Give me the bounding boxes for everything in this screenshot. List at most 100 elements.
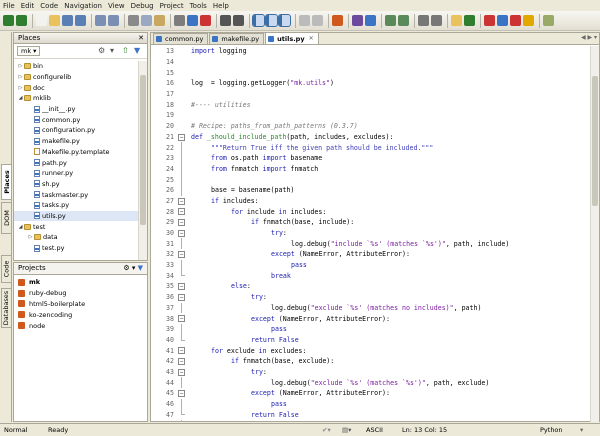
code-view[interactable]: 13 import logging 14 15 16 log = logging.getL… xyxy=(151,46,591,422)
project-item[interactable]: mk xyxy=(14,277,147,288)
fold-toggle-icon[interactable]: − xyxy=(176,345,188,356)
new-file-icon[interactable] xyxy=(36,15,47,26)
redo-icon[interactable] xyxy=(108,15,119,26)
js-icon[interactable] xyxy=(523,15,534,26)
editor-scroll-thumb[interactable] xyxy=(592,76,598,206)
menu-code[interactable]: Code xyxy=(40,2,58,10)
fold-toggle-icon[interactable]: − xyxy=(176,367,188,378)
tree-file[interactable]: runner.py xyxy=(14,168,138,179)
collapse-icon[interactable]: ◢ xyxy=(17,95,24,101)
menu-project[interactable]: Project xyxy=(160,2,184,10)
tile-icon[interactable] xyxy=(543,15,554,26)
forward-arrow-icon[interactable] xyxy=(16,15,27,26)
menu-edit[interactable]: Edit xyxy=(21,2,35,10)
toolbox-icon[interactable] xyxy=(332,15,343,26)
project-item[interactable]: ruby-debug xyxy=(14,288,147,299)
fold-toggle-icon[interactable]: − xyxy=(176,388,188,399)
menu-tools[interactable]: Tools xyxy=(190,2,207,10)
tree-file[interactable]: makefile.py xyxy=(14,136,138,147)
fold-toggle-icon[interactable]: − xyxy=(176,281,188,292)
places-root-dropdown[interactable]: mk ▾ xyxy=(17,46,41,56)
cut-icon[interactable] xyxy=(128,15,139,26)
up-arrow-icon[interactable]: ⇧ xyxy=(122,46,132,56)
chevron-down-icon[interactable]: ▾ xyxy=(132,264,136,272)
find-icon[interactable] xyxy=(220,15,231,26)
status-encoding[interactable]: ASCII xyxy=(366,426,383,434)
expand-icon[interactable]: ▷ xyxy=(17,85,24,91)
fold-toggle-icon[interactable]: − xyxy=(176,356,188,367)
toggle-bottom-pane-icon[interactable] xyxy=(265,14,278,27)
menu-help[interactable]: Help xyxy=(213,2,229,10)
fold-toggle-icon[interactable]: − xyxy=(176,132,188,143)
tree-file[interactable]: utils.py xyxy=(14,210,138,222)
debug-go-icon[interactable] xyxy=(187,15,198,26)
tabs-scroll-icons[interactable]: ◀ ▶ ▾ xyxy=(581,34,597,41)
tree-folder[interactable]: ▷ doc xyxy=(14,82,138,93)
project-item[interactable]: node xyxy=(14,320,147,331)
places-scrollbar[interactable] xyxy=(138,61,147,260)
dedent-icon[interactable] xyxy=(431,15,442,26)
vs-icon[interactable] xyxy=(510,15,521,26)
uncomment-icon[interactable] xyxy=(398,15,409,26)
close-icon[interactable]: ✕ xyxy=(138,33,144,44)
menu-view[interactable]: View xyxy=(108,2,125,10)
vtab-databases[interactable]: Databases xyxy=(1,288,11,328)
rx-toolkit-icon[interactable] xyxy=(352,15,363,26)
tab-makefile-py[interactable]: makefile.py xyxy=(209,33,265,44)
tree-folder[interactable]: ▷ data xyxy=(14,232,138,243)
vtab-dom[interactable]: DOM xyxy=(1,202,11,234)
status-language[interactable]: Python xyxy=(540,426,563,434)
close-icon[interactable]: ✕ xyxy=(309,35,314,42)
print-icon[interactable] xyxy=(174,15,185,26)
menu-navigation[interactable]: Navigation xyxy=(64,2,102,10)
save-all-icon[interactable] xyxy=(75,15,86,26)
tree-file[interactable]: common.py xyxy=(14,114,138,125)
tree-file[interactable]: tasks.py xyxy=(14,200,138,211)
tree-file[interactable]: configuration.py xyxy=(14,125,138,136)
tree-folder[interactable]: ▷ configurelib xyxy=(14,72,138,83)
fold-toggle-icon[interactable]: − xyxy=(176,217,188,228)
filter-icon[interactable]: ▼ xyxy=(134,46,144,56)
fold-toggle-icon[interactable]: − xyxy=(176,292,188,303)
tree-folder[interactable]: ▷ bin xyxy=(14,61,138,72)
replace-icon[interactable] xyxy=(233,15,244,26)
gear-icon[interactable]: ⚙ xyxy=(123,264,129,272)
chevron-down-icon[interactable]: ▾ xyxy=(580,426,583,434)
tree-file[interactable]: path.py xyxy=(14,157,138,168)
check-icon[interactable]: ✔▾ xyxy=(322,426,331,434)
places-scroll-thumb[interactable] xyxy=(140,75,146,225)
macro-play-icon[interactable] xyxy=(312,15,323,26)
tree-folder[interactable]: ◢ test xyxy=(14,221,138,232)
fold-toggle-icon[interactable]: − xyxy=(176,313,188,324)
back-arrow-icon[interactable] xyxy=(3,15,14,26)
menu-file[interactable]: File xyxy=(3,2,15,10)
copy-icon[interactable] xyxy=(141,15,152,26)
undo-icon[interactable] xyxy=(95,15,106,26)
gear-icon[interactable]: ⚙ xyxy=(98,46,108,56)
fold-toggle-icon[interactable]: − xyxy=(176,196,188,207)
collapse-icon[interactable]: ◢ xyxy=(17,224,24,230)
toggle-right-pane-icon[interactable] xyxy=(278,14,291,27)
fold-toggle-icon[interactable]: − xyxy=(176,228,188,239)
browser-icon[interactable] xyxy=(365,15,376,26)
tree-file[interactable]: __init__.py xyxy=(14,104,138,115)
tree-file[interactable]: test.py xyxy=(14,243,138,254)
fold-toggle-icon[interactable]: − xyxy=(176,249,188,260)
toggle-left-pane-icon[interactable] xyxy=(252,14,265,27)
tree-folder[interactable]: ◢ mklib xyxy=(14,93,138,104)
vtab-places[interactable]: Places xyxy=(1,164,11,200)
tree-file[interactable]: Makefile.py.template xyxy=(14,147,138,158)
debug-stop-icon[interactable] xyxy=(200,15,211,26)
expand-icon[interactable]: ▷ xyxy=(17,74,24,80)
menu-debug[interactable]: Debug xyxy=(131,2,154,10)
expand-icon[interactable]: ▷ xyxy=(17,63,24,69)
project-item[interactable]: html5-boilerplate xyxy=(14,299,147,310)
line-ending-icon[interactable]: ▤▾ xyxy=(342,426,351,434)
html-icon[interactable] xyxy=(484,15,495,26)
tree-file[interactable]: taskmaster.py xyxy=(14,189,138,200)
paste-icon[interactable] xyxy=(154,15,165,26)
project-item[interactable]: ko-zencoding xyxy=(14,309,147,320)
filter-icon[interactable]: ▼ xyxy=(138,264,143,272)
open-folder-icon[interactable] xyxy=(49,15,60,26)
tree-icon[interactable] xyxy=(451,15,462,26)
